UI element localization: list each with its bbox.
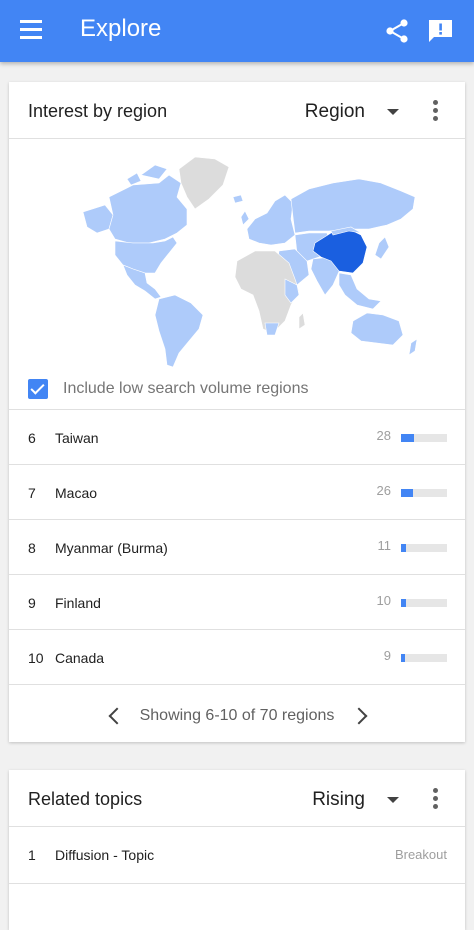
card-title: Related topics [28,789,143,809]
region-rank: 9 [28,595,36,611]
dropdown-label: Region [304,101,365,122]
world-map[interactable] [9,139,465,369]
region-name: Macao [55,485,98,501]
region-name: Taiwan [55,430,99,446]
include-low-volume-row[interactable]: Include low search volume regions [28,377,308,401]
map-region-uk[interactable] [240,210,250,226]
caret-down-icon [387,109,399,115]
card-title: Interest by region [28,101,168,121]
card-header: Interest by region Region [9,82,465,139]
pagination: Showing 6-10 of 70 regions [9,692,465,740]
region-value-bar [401,599,447,607]
region-row[interactable]: 8 Myanmar (Burma) 11 [9,520,465,575]
region-name: Myanmar (Burma) [55,540,168,556]
map-region-europe[interactable] [246,194,296,246]
map-region-iceland[interactable] [232,194,244,204]
map-region-southeast-asia[interactable] [338,272,382,310]
share-icon[interactable] [384,18,410,44]
region-row[interactable]: 7 Macao 26 [9,465,465,520]
include-low-volume-label: Include low search volume regions [63,380,309,397]
map-region-new-zealand[interactable] [408,338,418,356]
region-value-bar-fill [401,654,406,662]
region-value-bar [401,654,447,662]
region-row[interactable]: 6 Taiwan 28 [9,410,465,465]
topic-rank: 1 [28,847,36,863]
region-rank: 7 [28,485,36,501]
map-region-australia[interactable] [350,312,404,346]
rising-dropdown[interactable]: Rising [312,789,399,811]
region-value-bar-fill [401,434,414,442]
region-value-bar-fill [401,489,413,497]
region-dropdown[interactable]: Region [305,101,399,123]
pagination-text: Showing 6-10 of 70 regions [139,707,335,724]
region-value: 10 [376,593,391,608]
region-row[interactable]: 9 Finland 10 [9,575,465,630]
map-region-greenland[interactable] [178,156,230,210]
map-region-alaska[interactable] [82,204,114,234]
caret-down-icon [387,797,399,803]
region-list: 6 Taiwan 28 7 Macao 26 8 Myanmar (Burma)… [9,409,465,685]
map-region-south-africa[interactable] [264,322,280,336]
region-name: Canada [55,650,105,666]
map-region-madagascar[interactable] [298,312,306,330]
region-value: 28 [376,428,391,443]
app-bar: Explore [0,0,474,62]
card-header: Related topics Rising [9,770,465,827]
map-region-russia[interactable] [290,178,416,234]
related-topics-card: Related topics Rising 1 Diffusion - Topi… [9,770,465,930]
map-region-canada[interactable] [108,174,188,244]
region-value: 26 [376,483,391,498]
page-title: Explore [80,15,162,42]
region-value-bar [401,544,447,552]
map-region-south-america[interactable] [154,294,204,368]
world-map-svg [82,156,418,368]
more-options-icon[interactable] [431,788,439,810]
topic-value: Breakout [394,847,447,862]
region-value-bar [401,434,447,442]
region-value-bar-fill [401,544,407,552]
region-rank: 10 [28,650,44,666]
region-value-bar [401,489,447,497]
map-region-japan[interactable] [374,236,390,260]
region-rank: 8 [28,540,36,556]
region-name: Finland [55,595,101,611]
feedback-icon[interactable] [427,18,454,44]
more-options-icon[interactable] [431,100,439,122]
dropdown-label: Rising [312,789,365,810]
region-value: 9 [383,648,391,663]
menu-icon[interactable] [20,20,44,42]
interest-by-region-card: Interest by region Region Include low se… [9,82,465,742]
topic-name: Diffusion - Topic [55,847,155,863]
include-low-volume-checkbox[interactable] [28,379,48,399]
region-rank: 6 [28,430,36,446]
region-value: 11 [377,538,392,553]
topic-row[interactable]: 1 Diffusion - Topic Breakout [9,827,465,884]
region-row[interactable]: 10 Canada 9 [9,630,465,685]
region-value-bar-fill [401,599,406,607]
